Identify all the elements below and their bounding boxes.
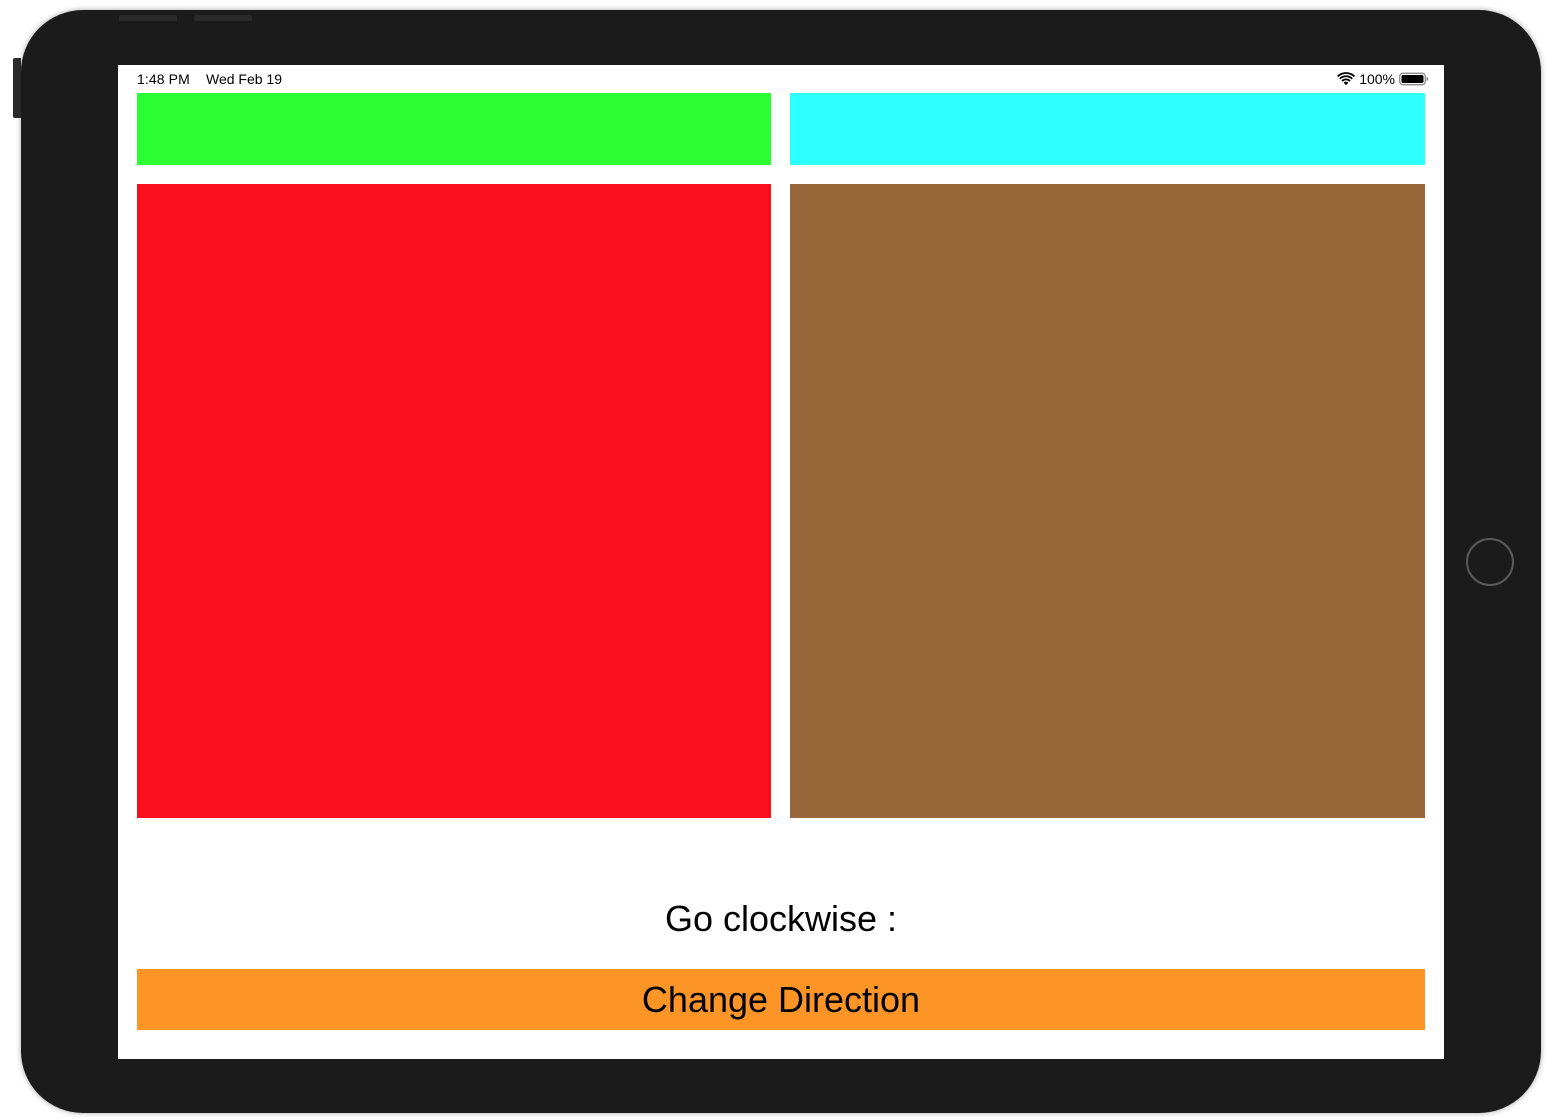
top-left-color-box: [137, 93, 771, 165]
status-time: 1:48 PM: [137, 71, 190, 87]
home-button[interactable]: [1466, 538, 1514, 586]
bottom-right-color-box: [790, 184, 1425, 818]
app-screen: 1:48 PM Wed Feb 19 100% Go clockwise : C…: [118, 65, 1444, 1059]
battery-full-icon: [1399, 72, 1429, 86]
bottom-left-color-box: [137, 184, 771, 818]
direction-label: Go clockwise :: [664, 898, 898, 939]
wifi-icon: [1337, 72, 1356, 86]
side-hardware-button: [13, 58, 21, 118]
top-right-color-box: [790, 93, 1425, 165]
status-date: Wed Feb 19: [206, 71, 283, 87]
battery-percent: 100%: [1359, 71, 1395, 87]
top-hardware-button: [119, 15, 177, 21]
top-hardware-button: [194, 15, 252, 21]
status-indicators: 100%: [1337, 70, 1429, 88]
change-direction-button[interactable]: Change Direction: [137, 969, 1425, 1030]
status-bar: 1:48 PM Wed Feb 19 100%: [118, 65, 1444, 93]
